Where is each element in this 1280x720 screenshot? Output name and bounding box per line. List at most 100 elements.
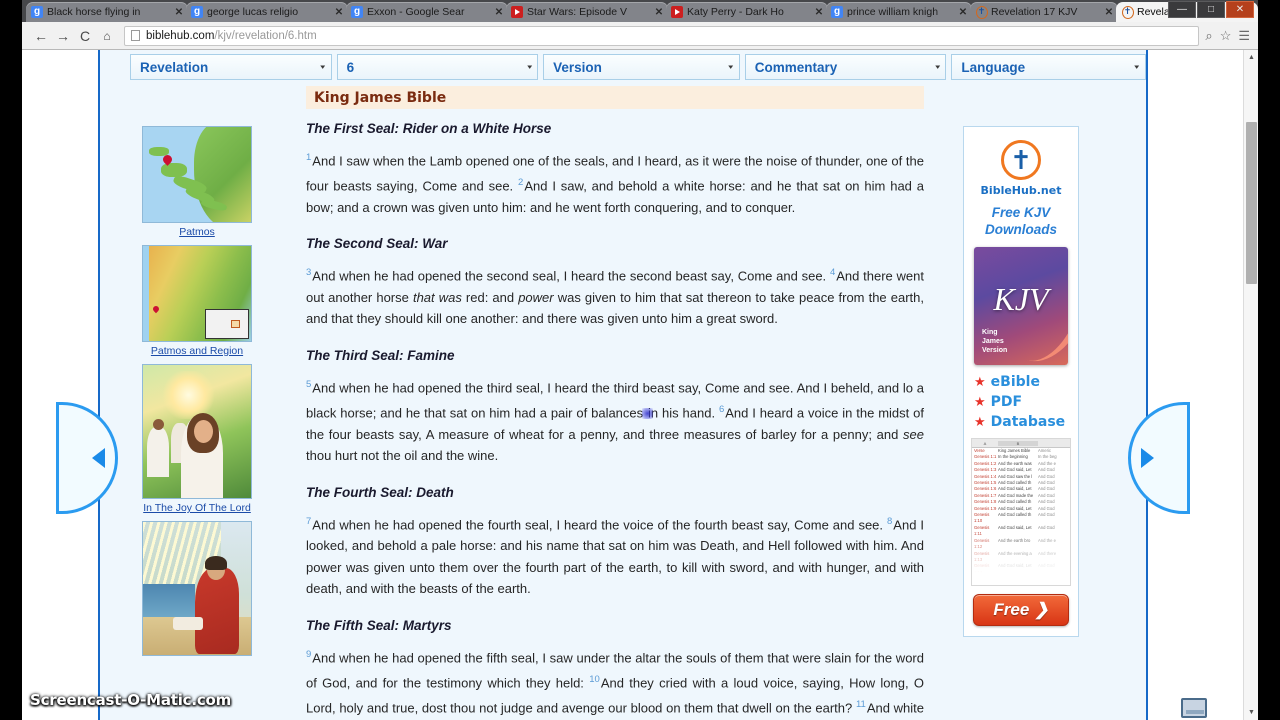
chapter-select[interactable]: 6 ▾ <box>336 54 539 80</box>
tab-close-icon[interactable]: ✕ <box>174 7 184 18</box>
chevron-down-icon: ▾ <box>1134 64 1140 71</box>
ad-feature-database[interactable]: ★ Database <box>970 414 1072 430</box>
section-heading-third-seal: The Third Seal: Famine <box>306 347 455 363</box>
browser-tab-3[interactable]: Star Wars: Episode V ✕ <box>506 2 668 22</box>
book-select[interactable]: Revelation ▾ <box>130 54 332 80</box>
chevron-right-icon: ❯ <box>1034 600 1049 619</box>
tab-label: Black horse flying in <box>47 6 141 18</box>
feature-label[interactable]: Database <box>991 414 1066 430</box>
thumbnail-caption[interactable]: Patmos and Region <box>142 345 252 358</box>
feature-label[interactable]: eBible <box>991 374 1040 390</box>
tab-close-icon[interactable]: ✕ <box>494 7 504 18</box>
section-heading-fifth-seal: The Fifth Seal: Martyrs <box>306 617 452 633</box>
book-select-value: Revelation <box>140 59 209 75</box>
language-select[interactable]: Language ▾ <box>951 54 1146 80</box>
scrollbar-thumb[interactable] <box>1246 122 1257 284</box>
biblehub-ad[interactable]: BibleHub.net Free KJV Downloads KJV King <box>963 126 1079 637</box>
version-select-value: Version <box>553 59 602 75</box>
left-image-sidebar: Patmos Patmos and Region In The Joy Of T… <box>142 126 252 662</box>
scripture-column: King James Bible The First Seal: Rider o… <box>306 86 924 720</box>
thumbnail-joy-of-the-lord[interactable]: In The Joy Of The Lord <box>142 364 252 515</box>
browser-tab-4[interactable]: Katy Perry - Dark Ho ✕ <box>666 2 828 22</box>
tab-close-icon[interactable]: ✕ <box>334 7 344 18</box>
right-ad-sidebar: BibleHub.net Free KJV Downloads KJV King <box>963 126 1079 637</box>
john-on-patmos-image[interactable] <box>142 521 252 656</box>
spreadsheet-col-a: A <box>983 440 987 446</box>
verse-number: 4 <box>829 267 836 279</box>
hamburger-menu-icon[interactable]: ☰ <box>1238 28 1250 44</box>
kjv-book-cover-image[interactable]: KJV King James Version <box>974 247 1068 365</box>
maximize-button[interactable]: □ <box>1197 1 1225 18</box>
reload-icon[interactable]: C <box>74 25 96 47</box>
star-icon: ★ <box>974 374 986 389</box>
joy-illustration-image[interactable] <box>142 364 252 499</box>
thumbnail-john-on-patmos[interactable] <box>142 521 252 656</box>
google-icon <box>31 6 43 18</box>
passage-second-seal: 3And when he had opened the second seal,… <box>306 267 924 327</box>
tab-close-icon[interactable]: ✕ <box>654 7 664 18</box>
page-content: Revelation ▾ 6 ▾ Version ▾ Commentary ▾ <box>56 50 1190 720</box>
google-icon <box>191 6 203 18</box>
browser-tab-2[interactable]: Exxon - Google Sear ✕ <box>346 2 508 22</box>
passage-fourth-seal: 7And when he had opened the fourth seal,… <box>306 511 924 600</box>
ad-feature-ebible[interactable]: ★ eBible <box>970 374 1072 390</box>
star-icon: ★ <box>974 414 986 429</box>
ad-headline-line1: Free KJV <box>991 205 1051 220</box>
browser-tab-5[interactable]: prince william knigh ✕ <box>826 2 972 22</box>
page-title: King James Bible <box>314 89 447 106</box>
verse-text: And when he had opened the fourth seal, … <box>312 516 884 532</box>
url-domain: biblehub.com <box>146 29 215 42</box>
forward-button[interactable]: → <box>52 25 74 47</box>
thumbnail-patmos[interactable]: Patmos <box>142 126 252 239</box>
tab-label: Revelation 17 KJV <box>991 6 1078 18</box>
star-icon[interactable]: ☆ <box>1220 28 1232 44</box>
google-icon <box>351 6 363 18</box>
version-select[interactable]: Version ▾ <box>543 54 740 80</box>
passage-first-seal: 1And I saw when the Lamb opened one of t… <box>306 147 924 218</box>
url-text: biblehub.com/kjv/revelation/6.htm <box>146 30 317 42</box>
ad-feature-pdf[interactable]: ★ PDF <box>970 394 1072 410</box>
thumbnail-caption[interactable]: In The Joy Of The Lord <box>142 502 252 515</box>
thumbnail-patmos-region[interactable]: Patmos and Region <box>142 245 252 358</box>
tab-close-icon[interactable]: ✕ <box>958 7 968 18</box>
patmos-map-image[interactable] <box>142 126 252 223</box>
cover-subtitle-line3: Version <box>982 347 1008 354</box>
tab-strip: Black horse flying in ✕ george lucas rel… <box>22 0 1258 22</box>
browser-window: Black horse flying in ✕ george lucas rel… <box>22 0 1258 720</box>
address-bar[interactable]: biblehub.com/kjv/revelation/6.htm <box>124 25 1200 46</box>
close-window-button[interactable]: ✕ <box>1226 1 1254 18</box>
spreadsheet-header-row: A B <box>972 439 1070 448</box>
verse-number: 5 <box>306 378 312 390</box>
taskbar-window-icon[interactable] <box>1181 698 1207 718</box>
magnifier-icon[interactable]: ⌕ <box>1205 28 1212 44</box>
language-select-value: Language <box>961 59 1026 75</box>
section-heading-second-seal: The Second Seal: War <box>306 236 448 252</box>
patmos-region-map-image[interactable] <box>142 245 252 342</box>
free-download-button[interactable]: Free ❯ <box>973 594 1069 626</box>
cross-icon <box>975 6 988 19</box>
passage-fifth-seal: 9And when he had opened the fifth seal, … <box>306 644 924 720</box>
verse-number: 6 <box>718 403 725 415</box>
home-icon[interactable]: ⌂ <box>96 25 118 47</box>
back-button[interactable]: ← <box>30 25 52 47</box>
commentary-select-value: Commentary <box>754 59 838 75</box>
mouse-cursor-highlight <box>642 408 654 420</box>
spreadsheet-fade <box>972 529 1070 585</box>
browser-tab-6[interactable]: Revelation 17 KJV ✕ <box>970 2 1118 22</box>
minimize-button[interactable]: — <box>1168 1 1196 18</box>
browser-tab-0[interactable]: Black horse flying in ✕ <box>26 2 188 22</box>
tab-close-icon[interactable]: ✕ <box>1104 7 1114 18</box>
biblehub-cross-logo-icon <box>1001 140 1041 180</box>
youtube-icon <box>511 6 523 18</box>
tab-close-icon[interactable]: ✕ <box>814 7 824 18</box>
ad-brand-name: BibleHub.net <box>980 184 1062 197</box>
scroll-up-icon[interactable]: ▲ <box>1244 50 1258 65</box>
page-scrollbar[interactable]: ▲ ▼ <box>1243 50 1258 720</box>
thumbnail-caption[interactable]: Patmos <box>142 226 252 239</box>
commentary-select[interactable]: Commentary ▾ <box>744 54 947 80</box>
scroll-down-icon[interactable]: ▼ <box>1244 705 1258 720</box>
cover-subtitle: King James Version <box>982 328 1007 355</box>
browser-tab-1[interactable]: george lucas religio ✕ <box>186 2 348 22</box>
feature-label[interactable]: PDF <box>991 394 1022 410</box>
map-island <box>161 163 187 177</box>
